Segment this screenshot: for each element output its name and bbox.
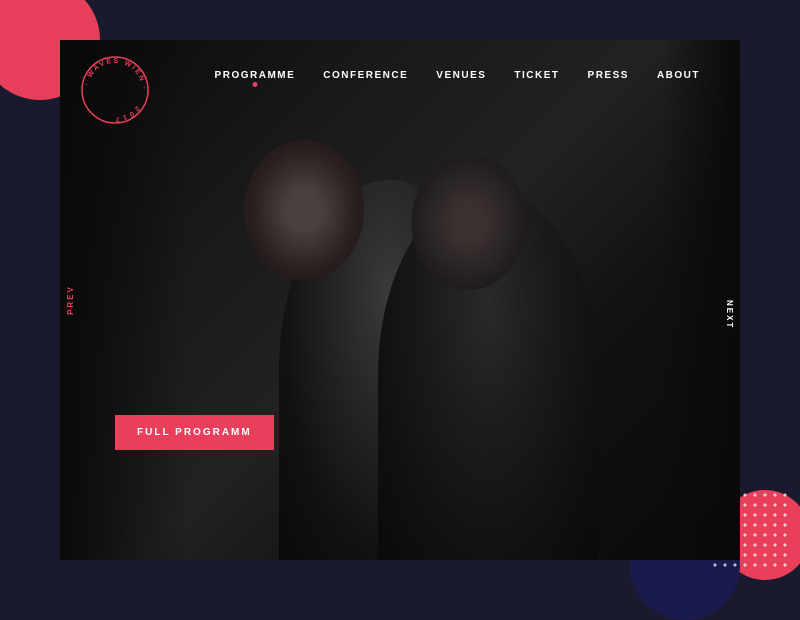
nav-items-list: PROGRAMME CONFERENCE VENUES TICKET PRESS… xyxy=(215,70,700,81)
nav-item-venues[interactable]: VENUES xyxy=(436,70,486,81)
nav-item-press[interactable]: PRESS xyxy=(588,70,629,81)
nav-item-about[interactable]: ABOUT xyxy=(657,70,700,81)
figure-left-head xyxy=(244,140,364,280)
nav-item-programme[interactable]: PROGRAMME xyxy=(215,70,296,81)
figure-right-head xyxy=(412,155,527,290)
cta-full-programm-button[interactable]: FULL PROGRAMM xyxy=(115,415,274,450)
main-container: · WAVES WIEN · 2017 PROGRAMME CONFERENCE… xyxy=(60,40,740,560)
next-button[interactable]: NEXT xyxy=(725,300,734,329)
prev-button[interactable]: PREV xyxy=(66,285,75,315)
main-nav: PROGRAMME CONFERENCE VENUES TICKET PRESS… xyxy=(60,40,740,110)
active-indicator xyxy=(252,82,257,87)
nav-item-ticket[interactable]: TICKET xyxy=(514,70,559,81)
nav-item-conference[interactable]: CONFERENCE xyxy=(323,70,408,81)
hero-image xyxy=(60,40,740,560)
